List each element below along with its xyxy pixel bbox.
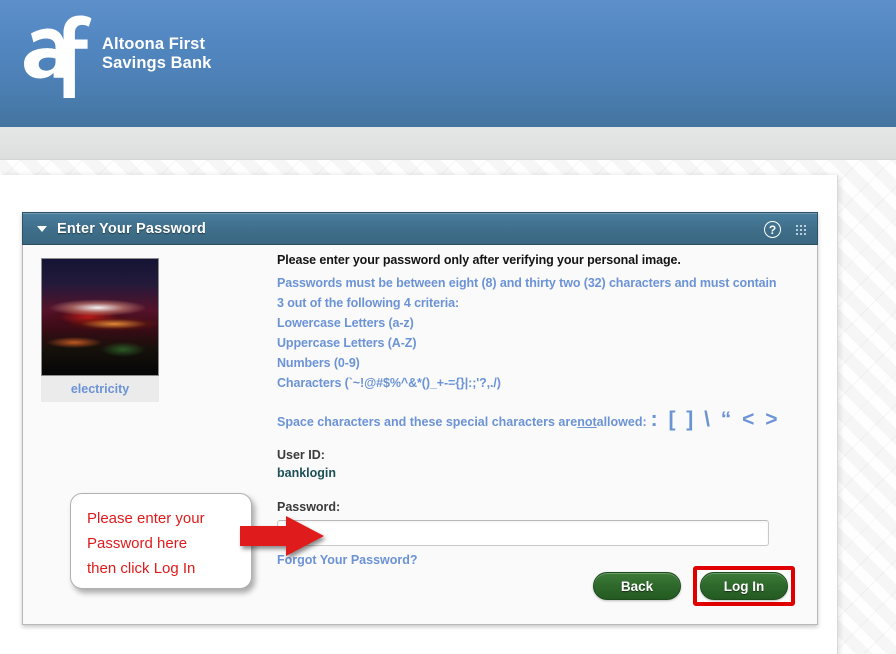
- bank-name-line1: Altoona First: [102, 35, 206, 53]
- disallowed-emphasis: not: [577, 415, 597, 429]
- bank-name-line2: Savings Bank: [102, 54, 212, 72]
- instructions-block: Please enter your password only after ve…: [277, 253, 803, 569]
- disallowed-suffix: allowed:: [596, 415, 647, 429]
- annotation-callout-text: Please enter your Password here then cli…: [87, 510, 205, 577]
- lead-instruction: Please enter your password only after ve…: [277, 253, 681, 267]
- panel-title: Enter Your Password: [57, 220, 207, 237]
- chevron-down-icon[interactable]: [37, 225, 47, 232]
- login-button[interactable]: Log In: [700, 572, 788, 600]
- bank-logo[interactable]: Altoona First Savings Bank: [18, 10, 211, 102]
- criteria-uppercase: Uppercase Letters (A-Z): [277, 336, 417, 350]
- password-input[interactable]: [277, 520, 769, 546]
- annotation-callout: Please enter your Password here then cli…: [70, 493, 252, 589]
- password-label: Password:: [277, 500, 341, 514]
- button-row: Back Log In: [593, 566, 795, 606]
- personal-image-caption: electricity: [41, 376, 159, 402]
- personal-image-block: electricity: [41, 258, 163, 402]
- user-id-value: banklogin: [277, 466, 337, 480]
- disallowed-characters-row: Space characters and these special chara…: [277, 409, 803, 430]
- drag-grip-icon[interactable]: [795, 223, 807, 236]
- password-rule-intro: Passwords must be between eight (8) and …: [277, 276, 777, 310]
- disallowed-characters: : [ ] \ “ < >: [650, 408, 780, 431]
- question-mark-circle-icon[interactable]: ?: [764, 221, 781, 238]
- personal-image: [41, 258, 159, 376]
- criteria-special-characters: Characters (`~!@#$%^&*()_+-={}|:;'?,./): [277, 376, 501, 390]
- af-monogram-logo-icon: [24, 15, 92, 98]
- login-button-highlight: Log In: [693, 566, 795, 606]
- criteria-numbers: Numbers (0-9): [277, 356, 360, 370]
- bank-name: Altoona First Savings Bank: [102, 35, 211, 73]
- panel-tools: ?: [764, 213, 807, 246]
- user-id-label: User ID:: [277, 448, 325, 462]
- site-header: Altoona First Savings Bank: [0, 0, 896, 127]
- panel-header: Enter Your Password ?: [22, 212, 818, 245]
- navigation-bar: [0, 127, 896, 160]
- back-button[interactable]: Back: [593, 572, 681, 600]
- password-rules: Passwords must be between eight (8) and …: [277, 273, 777, 393]
- disallowed-prefix: Space characters and these special chara…: [277, 415, 578, 429]
- page-root: Altoona First Savings Bank electricity P…: [0, 0, 896, 654]
- red-arrow-right-icon: [240, 516, 324, 556]
- criteria-lowercase: Lowercase Letters (a-z): [277, 316, 414, 330]
